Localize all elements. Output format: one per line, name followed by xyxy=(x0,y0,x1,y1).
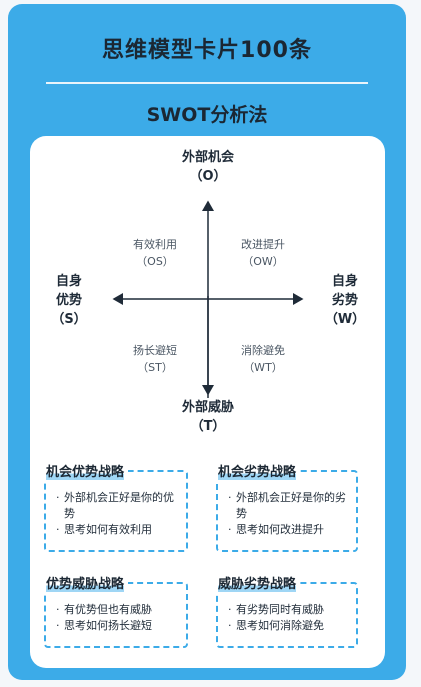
strategy-wo-list: 外部机会正好是你的劣势 思考如何改进提升 xyxy=(228,490,352,538)
strategy-so-item-1: 外部机会正好是你的优势 xyxy=(56,490,182,522)
quadrant-wt-label: 消除避免 xyxy=(241,344,285,357)
quadrant-ow: 改进提升 （OW） xyxy=(218,236,308,270)
strategy-st-list: 有优势但也有威胁 思考如何扬长避短 xyxy=(56,602,182,634)
strategy-st-title-text: 优势威胁战略 xyxy=(46,577,125,592)
quadrant-os: 有效利用 （OS） xyxy=(110,236,200,270)
model-name: SWOT分析法 xyxy=(146,104,268,126)
strategy-wo-item-1: 外部机会正好是你的劣势 xyxy=(228,490,352,522)
strategy-so-list: 外部机会正好是你的优势 思考如何有效利用 xyxy=(56,490,182,538)
quadrant-ow-label: 改进提升 xyxy=(241,238,285,251)
axis-right-text-2: 劣势 xyxy=(331,293,358,308)
strategy-wt-item-2: 思考如何消除避免 xyxy=(228,618,352,634)
strategy-box-wo: 机会劣势战略 外部机会正好是你的劣势 思考如何改进提升 xyxy=(215,461,358,552)
strategy-box-wt-title: 威胁劣势战略 xyxy=(215,573,301,592)
strategy-box-wo-title: 机会劣势战略 xyxy=(215,461,301,480)
quadrant-st-label: 扬长避短 xyxy=(133,344,177,357)
axis-right-code: （W） xyxy=(324,312,366,327)
axis-right-text-1: 自身 xyxy=(331,274,358,289)
strategy-wt-title-text: 威胁劣势战略 xyxy=(218,577,297,592)
quadrant-st: 扬长避短 （ST） xyxy=(110,342,200,376)
axis-top-label: 外部机会 （O） xyxy=(158,148,258,186)
axis-left-code: （S） xyxy=(51,312,87,327)
axis-bottom-label: 外部威胁 （T） xyxy=(158,398,258,436)
title-divider xyxy=(46,82,368,84)
swot-panel: 外部机会 （O） 外部威胁 （T） 自身 优势 （S） 自身 劣势 （W） 有效… xyxy=(30,136,385,668)
quadrant-os-code: （OS） xyxy=(136,255,174,268)
strategy-wt-item-1: 有劣势同时有威胁 xyxy=(228,602,352,618)
strategy-so-title-text: 机会优势战略 xyxy=(46,465,125,480)
quadrant-wt: 消除避免 （WT） xyxy=(218,342,308,376)
strategy-wo-item-2: 思考如何改进提升 xyxy=(228,522,352,538)
axis-left-text-1: 自身 xyxy=(55,274,82,289)
axis-left-text-2: 优势 xyxy=(55,293,82,308)
strategy-box-so: 机会优势战略 外部机会正好是你的优势 思考如何有效利用 xyxy=(43,461,188,552)
axis-right-label: 自身 劣势 （W） xyxy=(320,272,370,329)
model-card: 思维模型卡片100条 SWOT分析法 外部机会 （O） 外部威胁 （T） 自身 … xyxy=(8,4,406,680)
strategy-wo-title-text: 机会劣势战略 xyxy=(218,465,297,480)
strategy-box-st-title: 优势威胁战略 xyxy=(43,573,129,592)
axis-top-code: （O） xyxy=(189,169,227,184)
strategy-so-item-2: 思考如何有效利用 xyxy=(56,522,182,538)
quadrant-st-code: （ST） xyxy=(137,361,173,374)
quadrant-os-label: 有效利用 xyxy=(133,238,177,251)
axis-left-label: 自身 优势 （S） xyxy=(44,272,94,329)
strategy-st-item-2: 思考如何扬长避短 xyxy=(56,618,182,634)
quadrant-ow-code: （OW） xyxy=(242,255,284,268)
strategy-st-item-1: 有优势但也有威胁 xyxy=(56,602,182,618)
axis-bottom-text: 外部威胁 xyxy=(181,400,234,415)
strategy-box-wt: 威胁劣势战略 有劣势同时有威胁 思考如何消除避免 xyxy=(215,573,358,648)
quadrant-wt-code: （WT） xyxy=(243,361,283,374)
axis-top-text: 外部机会 xyxy=(181,150,234,165)
card-title: 思维模型卡片100条 xyxy=(102,38,312,63)
axis-bottom-code: （T） xyxy=(190,419,226,434)
strategy-wt-list: 有劣势同时有威胁 思考如何消除避免 xyxy=(228,602,352,634)
strategy-box-st: 优势威胁战略 有优势但也有威胁 思考如何扬长避短 xyxy=(43,573,188,648)
strategy-box-so-title: 机会优势战略 xyxy=(43,461,129,480)
